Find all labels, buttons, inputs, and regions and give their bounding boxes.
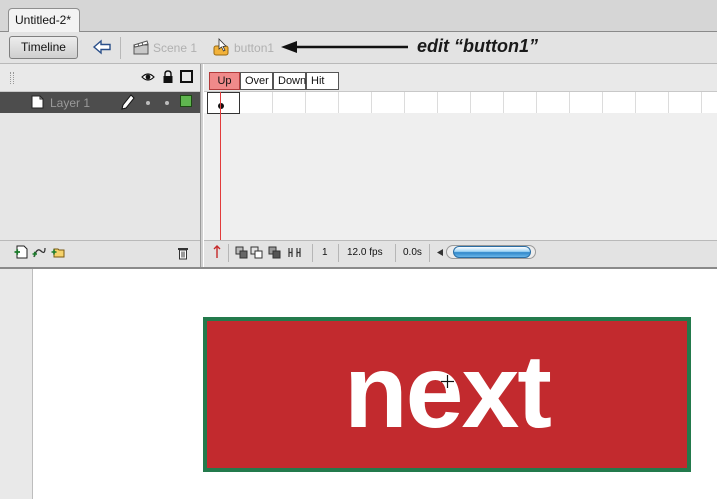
- footer-separator: [338, 244, 339, 262]
- footer-separator: [228, 244, 229, 262]
- center-frame-icon[interactable]: [212, 245, 222, 259]
- frame-cell[interactable]: [570, 92, 603, 113]
- callout-annotation: edit “button1”: [417, 36, 538, 56]
- callout-arrow-icon: [281, 41, 408, 53]
- frame-cell[interactable]: [405, 92, 438, 113]
- layers-empty-area: [0, 113, 200, 240]
- add-folder-icon[interactable]: [51, 245, 65, 259]
- frame-label-over[interactable]: Over: [240, 72, 273, 90]
- layer-lock-dot[interactable]: [165, 101, 169, 105]
- add-motion-guide-icon[interactable]: [32, 245, 46, 259]
- layer-outline-color-swatch[interactable]: [180, 95, 192, 107]
- trash-icon[interactable]: [177, 246, 189, 260]
- frame-cell[interactable]: [669, 92, 702, 113]
- document-tab-bar: [0, 0, 717, 32]
- registration-cross-icon: [441, 375, 454, 388]
- frame-cell[interactable]: [537, 92, 570, 113]
- frame-cell[interactable]: [438, 92, 471, 113]
- document-tab[interactable]: Untitled-2*: [8, 8, 80, 33]
- frame-cell[interactable]: [504, 92, 537, 113]
- footer-separator: [429, 244, 430, 262]
- pencil-icon: [121, 94, 135, 110]
- scene-clapper-icon: [133, 40, 149, 55]
- lock-icon[interactable]: [162, 70, 174, 84]
- frames-empty-area: [204, 113, 717, 240]
- frame-cell[interactable]: [240, 92, 273, 113]
- layer-visibility-dot[interactable]: [146, 101, 150, 105]
- edit-bar-separator: [120, 37, 121, 59]
- frame-label-hit[interactable]: Hit: [306, 72, 339, 90]
- footer-separator: [395, 244, 396, 262]
- edit-multiple-frames-icon[interactable]: [268, 246, 281, 259]
- frame-cell[interactable]: [636, 92, 669, 113]
- frame-label-down[interactable]: Down: [273, 72, 306, 90]
- scroll-left-icon[interactable]: [436, 248, 444, 257]
- outline-icon[interactable]: [180, 70, 193, 83]
- frame-cell[interactable]: [273, 92, 306, 113]
- keyframe-marker: [218, 103, 224, 109]
- scene-breadcrumb[interactable]: Scene 1: [153, 41, 197, 55]
- layers-footer: [0, 240, 200, 267]
- add-layer-icon[interactable]: [14, 245, 28, 259]
- playhead[interactable]: [220, 92, 221, 242]
- frame-cell[interactable]: [339, 92, 372, 113]
- button-symbol-icon: [213, 38, 229, 56]
- frame-cell[interactable]: [372, 92, 405, 113]
- onion-skin-outlines-icon[interactable]: [250, 246, 263, 259]
- current-frame-readout: 1: [322, 247, 328, 258]
- frame-cell[interactable]: [603, 92, 636, 113]
- panel-grip-icon[interactable]: [10, 72, 14, 84]
- back-arrow-icon[interactable]: [92, 38, 112, 56]
- frame-cell[interactable]: [306, 92, 339, 113]
- frame-label-up[interactable]: Up: [209, 72, 240, 90]
- eye-icon[interactable]: [141, 71, 155, 83]
- symbol-breadcrumb[interactable]: button1: [234, 41, 274, 55]
- keyframe-cell[interactable]: [207, 92, 240, 114]
- frame-rate-readout[interactable]: 12.0 fps: [347, 247, 383, 258]
- onion-skin-icon[interactable]: [235, 246, 248, 259]
- layer-page-icon: [31, 95, 44, 109]
- frame-cell[interactable]: [471, 92, 504, 113]
- modify-onion-markers-icon[interactable]: [288, 246, 301, 259]
- footer-separator: [312, 244, 313, 262]
- timeline-scrollbar-thumb[interactable]: [453, 246, 531, 258]
- elapsed-time-readout: 0.0s: [403, 247, 422, 258]
- timeline-toggle-button[interactable]: Timeline: [9, 36, 78, 59]
- layer-row[interactable]: [0, 92, 200, 113]
- next-button-text: next: [344, 334, 552, 450]
- layer-name[interactable]: Layer 1: [50, 96, 90, 110]
